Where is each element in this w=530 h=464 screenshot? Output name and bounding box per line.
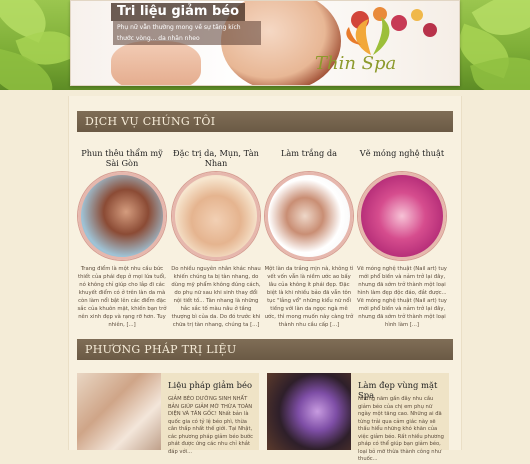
banner-title: Tri liệu giảm béo [111,3,246,21]
service-description: Một làn da trắng mịn nà, không tì vết vố… [264,266,354,328]
banner-subtitle: Phụ nữ vẫn thường mong về sự tăng kích t… [113,21,261,45]
service-title[interactable]: Vẽ móng nghệ thuật [355,148,449,170]
service-card[interactable]: Phun thêu thẩm mỹ Sài Gòn Trang điểm là … [75,148,169,329]
service-image[interactable] [265,172,353,260]
service-card[interactable]: Làm trắng da Một làn da trắng mịn nà, kh… [262,148,356,329]
spa-logo-icon [346,17,390,55]
header-banner[interactable]: Tri liệu giảm béo Phụ nữ vẫn thường mong… [70,0,460,86]
method-card[interactable]: Liệu pháp giảm béo GIẢM BÉO DƯỠNG SINH N… [77,373,259,455]
service-title[interactable]: Phun thêu thẩm mỹ Sài Gòn [75,148,169,170]
service-description: Vẽ móng nghệ thuật (Nail art) tuy mới ph… [357,266,447,328]
main-content: DỊCH VỤ CHÚNG TÔI Phun thêu thẩm mỹ Sài … [68,96,462,462]
service-title[interactable]: Đặc trị da, Mụn, Tàn Nhan [169,148,263,170]
service-image[interactable] [358,172,446,260]
header: Tri liệu giảm béo Phụ nữ vẫn thường mong… [0,0,530,90]
service-description: Trang điểm là một nhu cầu bức thiết của … [77,266,167,328]
method-thumbnail[interactable] [267,373,351,450]
service-image[interactable] [78,172,166,260]
service-title[interactable]: Làm trắng da [262,148,356,170]
method-title[interactable]: Liệu pháp giảm béo [168,380,252,390]
section-title-services: DỊCH VỤ CHÚNG TÔI [77,111,453,132]
method-description: GIẢM BÉO DƯỠNG SINH NHẤT BẢN GIÚP GIẢM M… [168,396,254,455]
service-image[interactable] [172,172,260,260]
banner-hand-image [111,41,201,85]
service-card[interactable]: Vẽ móng nghệ thuật Vẽ móng nghệ thuật (N… [355,148,449,329]
method-thumbnail[interactable] [77,373,161,450]
spa-logo-text[interactable]: Thin Spa [315,53,396,74]
method-card[interactable]: Làm đẹp vùng mặt Spa Những năm gần đây n… [267,373,449,462]
service-description: Do nhiều nguyên nhân khác nhau khiến chú… [171,266,261,328]
section-title-methods: PHƯƠNG PHÁP TRỊ LIỆU [77,339,453,360]
service-card[interactable]: Đặc trị da, Mụn, Tàn Nhan Do nhiều nguyê… [169,148,263,329]
method-description: Những năm gần đây nhu cầu giảm béo của c… [358,396,444,462]
